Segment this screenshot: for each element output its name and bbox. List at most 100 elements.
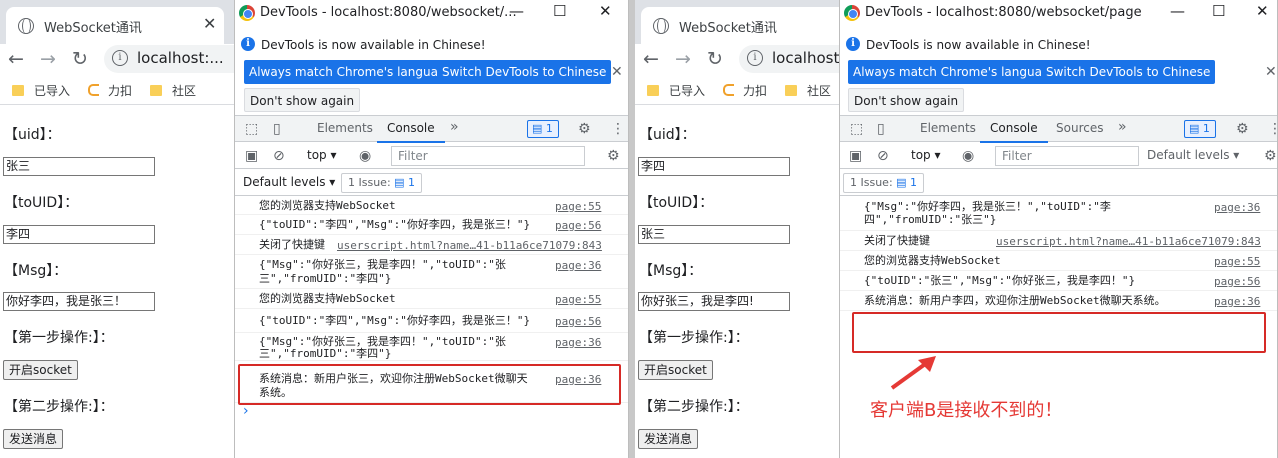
site-info-icon[interactable]: i (747, 50, 763, 66)
bookmark-leetcode[interactable]: 力扣 (723, 82, 767, 99)
bookmark-community[interactable]: 社区 (150, 82, 196, 99)
console-message: 关闭了快捷键 userscript.html?name…41-b11a6ce710… (840, 231, 1277, 251)
address-bar[interactable]: i localhost:... (104, 45, 234, 73)
red-arrow-icon (890, 356, 936, 390)
clear-console-icon[interactable]: ⊘ (877, 148, 889, 164)
step1-label: 【第一步操作:】： (4, 330, 114, 346)
back-arrow-icon[interactable]: ← (8, 48, 24, 70)
step2-label: 【第二步操作:】： (639, 399, 749, 415)
dont-show-again-button[interactable]: Don't show again (848, 88, 965, 112)
match-language-button[interactable]: Always match Chrome's language (848, 60, 1062, 84)
info-icon: i (241, 37, 255, 51)
more-tabs-icon[interactable]: » (1118, 119, 1127, 135)
send-message-button[interactable]: 发送消息 (638, 429, 699, 449)
eye-icon[interactable]: ◉ (359, 148, 371, 164)
maximize-icon[interactable]: ☐ (553, 2, 566, 20)
dont-show-again-button[interactable]: Don't show again (244, 88, 361, 112)
browser-tab[interactable]: WebSocket通讯 ✕ (6, 7, 224, 44)
settings-gear-icon[interactable]: ⚙ (578, 121, 591, 137)
uid-input[interactable]: 张三 (3, 157, 155, 176)
console-filter-bar: ▣ ⊘ top ▾ ◉ Filter ⚙ (235, 143, 628, 169)
address-url: localhost:... (772, 49, 839, 67)
inspect-icon[interactable]: ⬚ (850, 121, 863, 137)
messages-badge[interactable]: ▤ 1 (1184, 120, 1216, 138)
touid-input[interactable]: 李四 (3, 225, 155, 244)
infobar-close-icon[interactable]: ✕ (1265, 64, 1277, 80)
console-message: 关闭了快捷键 userscript.html?name…41-b11a6ce710… (235, 235, 628, 255)
infobar-text: DevTools is now available in Chinese! (261, 38, 486, 52)
leetcode-icon (723, 84, 734, 96)
window-close-icon[interactable]: ✕ (1256, 2, 1269, 20)
tab-elements[interactable]: Elements (920, 121, 976, 135)
clear-console-icon[interactable]: ⊘ (273, 148, 285, 164)
context-select[interactable]: top ▾ (307, 148, 337, 162)
sidebar-toggle-icon[interactable]: ▣ (849, 148, 862, 164)
devtools-titlebar: DevTools - localhost:8080/websocket/page… (840, 0, 1277, 28)
log-levels-select[interactable]: Default levels ▾ (1147, 148, 1239, 162)
site-info-icon[interactable]: i (112, 50, 128, 66)
bookmarks-bar: 已导入 力扣 社区 (0, 75, 234, 105)
reload-icon[interactable]: ↻ (707, 48, 723, 70)
tab-strip: WebSocket通讯 (635, 0, 839, 44)
reload-icon[interactable]: ↻ (72, 48, 88, 70)
forward-arrow-icon[interactable]: → (675, 48, 691, 70)
sidebar-toggle-icon[interactable]: ▣ (245, 148, 258, 164)
tab-elements[interactable]: Elements (317, 121, 373, 135)
tab-console[interactable]: Console (980, 121, 1048, 143)
kebab-menu-icon[interactable]: ⋮ (611, 121, 625, 137)
msg-input[interactable]: 你好张三，我是李四! (638, 292, 790, 311)
device-toolbar-icon[interactable]: ▯ (877, 121, 885, 137)
more-tabs-icon[interactable]: » (450, 119, 459, 135)
bookmark-leetcode[interactable]: 力扣 (88, 82, 132, 99)
bookmark-imported[interactable]: 已导入 (647, 82, 705, 99)
inspect-icon[interactable]: ⬚ (245, 121, 258, 137)
devtools-tabs: ⬚ ▯ Elements Console » ▤ 1 ⚙ ⋮ (235, 116, 628, 143)
minimize-icon[interactable]: — (509, 2, 524, 20)
back-arrow-icon[interactable]: ← (643, 48, 659, 70)
browser-window-client-b: WebSocket通讯 ← → ↻ i localhost:... 已导入 力扣… (635, 0, 839, 458)
maximize-icon[interactable]: ☐ (1212, 2, 1225, 20)
tab-close-icon[interactable]: ✕ (203, 14, 216, 33)
devtools-window-a: DevTools - localhost:8080/websocket/... … (234, 0, 629, 458)
messages-badge[interactable]: ▤ 1 (527, 120, 559, 138)
settings-gear-icon[interactable]: ⚙ (1236, 121, 1249, 137)
console-prompt[interactable]: › (243, 403, 249, 419)
bookmark-community[interactable]: 社区 (785, 82, 831, 99)
forward-arrow-icon[interactable]: → (40, 48, 56, 70)
uid-input[interactable]: 李四 (638, 157, 790, 176)
issues-button[interactable]: 1 Issue: ▤ 1 (341, 173, 423, 193)
console-message: 系统消息：新用户李四，欢迎你注册WebSocket微聊天系统。 page:36 (840, 291, 1277, 311)
bookmark-imported[interactable]: 已导入 (12, 82, 70, 99)
match-language-button[interactable]: Always match Chrome's language (244, 60, 458, 84)
kebab-menu-icon[interactable]: ⋮ (1268, 121, 1277, 137)
open-socket-button[interactable]: 开启socket (638, 360, 713, 380)
console-settings-icon[interactable]: ⚙ (607, 148, 620, 164)
minimize-icon[interactable]: — (1170, 2, 1185, 20)
console-settings-icon[interactable]: ⚙ (1264, 148, 1277, 164)
eye-icon[interactable]: ◉ (962, 148, 974, 164)
msg-input[interactable]: 你好李四，我是张三！ (3, 292, 155, 311)
address-url: localhost:... (137, 49, 224, 67)
address-bar[interactable]: i localhost:... (739, 45, 839, 73)
send-message-button[interactable]: 发送消息 (3, 429, 64, 449)
tab-console[interactable]: Console (377, 121, 445, 143)
devtools-titlebar: DevTools - localhost:8080/websocket/... … (235, 0, 628, 28)
annotation-text: 客户端B是接收不到的！ (870, 400, 1063, 421)
window-close-icon[interactable]: ✕ (599, 2, 612, 20)
issues-button[interactable]: 1 Issue: ▤ 1 (843, 173, 925, 193)
filter-input[interactable]: Filter (995, 146, 1139, 166)
browser-tab[interactable]: WebSocket通讯 (641, 7, 839, 44)
filter-input[interactable]: Filter (391, 146, 585, 166)
console-message: 您的浏览器支持WebSocket page:55 (840, 251, 1277, 271)
device-toolbar-icon[interactable]: ▯ (273, 121, 281, 137)
switch-chinese-button[interactable]: Switch DevTools to Chinese (437, 60, 612, 84)
issues-row: 1 Issue: ▤ 1 (840, 170, 1277, 196)
touid-input[interactable]: 张三 (638, 225, 790, 244)
switch-chinese-button[interactable]: Switch DevTools to Chinese (1041, 60, 1216, 84)
open-socket-button[interactable]: 开启socket (3, 360, 78, 380)
context-select[interactable]: top ▾ (911, 148, 941, 162)
log-levels-select[interactable]: Default levels ▾ (243, 175, 335, 189)
infobar-close-icon[interactable]: ✕ (611, 64, 623, 80)
tab-sources[interactable]: Sources (1056, 121, 1103, 135)
console-message: {"toUID":"李四","Msg":"你好李四，我是张三！"} page:56 (235, 309, 628, 333)
